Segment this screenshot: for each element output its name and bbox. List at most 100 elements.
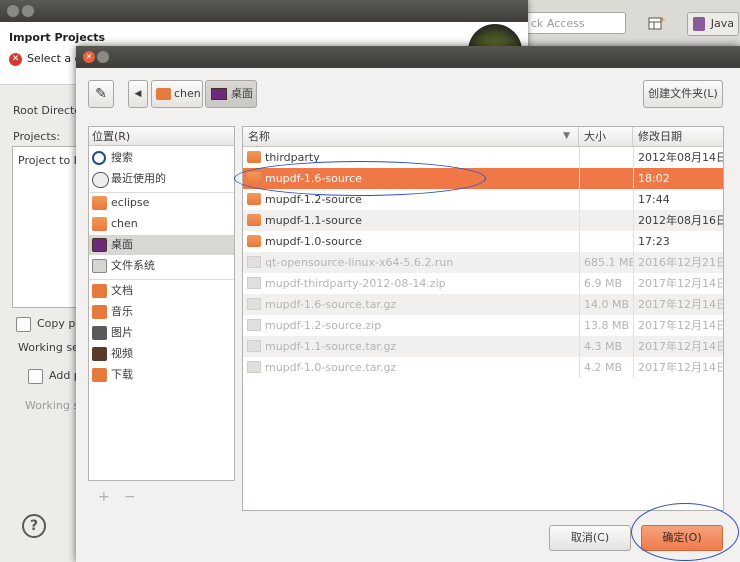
file-row[interactable]: mupdf-1.1-source.tar.gz 4.3 MB 2017年12月14日 [243, 336, 723, 357]
file-modified-cell: 2017年12月14日 [633, 273, 723, 294]
java-perspective-button[interactable]: Java [687, 12, 739, 36]
file-row[interactable]: mupdf-1.1-source 2012年08月16日 [243, 210, 723, 231]
place-documents[interactable]: 文档 [89, 281, 234, 301]
file-size-cell [579, 168, 633, 189]
column-name-label: 名称 [248, 130, 270, 143]
file-name-cell: mupdf-1.1-source [243, 210, 579, 231]
file-row[interactable]: mupdf-1.6-source.tar.gz 14.0 MB 2017年12月14… [243, 294, 723, 315]
recent-icon [92, 172, 109, 188]
column-name-header[interactable]: 名称 ▼ [243, 127, 579, 146]
file-name-cell: mupdf-thirdparty-2012-08-14.zip [243, 273, 579, 294]
working-sets-group-label: Working set [18, 341, 84, 354]
file-size-cell: 4.3 MB [579, 336, 633, 357]
file-modified-cell: 2017年12月14日 [633, 336, 723, 357]
file-list-header: 名称 ▼ 大小 修改日期 [243, 127, 723, 147]
java-perspective-icon [693, 17, 705, 31]
quick-access-input[interactable]: ck Access [526, 12, 626, 34]
file-modified-cell: 2016年12月21日 [633, 252, 723, 273]
help-icon[interactable]: ? [22, 514, 46, 538]
place-label: 图片 [111, 326, 133, 339]
file-row[interactable]: mupdf-thirdparty-2012-08-14.zip 6.9 MB 201… [243, 273, 723, 294]
minimize-icon[interactable] [22, 5, 34, 17]
folder-icon [247, 235, 261, 247]
open-perspective-icon[interactable]: + [646, 14, 668, 36]
add-bookmark-button[interactable]: + [98, 489, 110, 505]
file-modified-cell: 17:23 [633, 231, 723, 252]
chevron-left-icon: ◀ [134, 89, 142, 99]
place-filesystem[interactable]: 文件系统 [89, 256, 234, 276]
desktop-icon [211, 88, 227, 100]
file-size-cell [579, 189, 633, 210]
add-to-working-set-checkbox[interactable] [28, 369, 43, 384]
videos-icon [92, 347, 107, 361]
file-modified-cell: 2012年08月16日 [633, 210, 723, 231]
place-chen[interactable]: chen [89, 214, 234, 234]
place-label: 桌面 [111, 238, 133, 251]
file-size-cell: 6.9 MB [579, 273, 633, 294]
close-icon[interactable] [7, 5, 19, 17]
path-back-button[interactable]: ◀ [128, 80, 148, 108]
place-label: 文件系统 [111, 259, 155, 272]
projects-list[interactable] [12, 146, 84, 308]
file-row[interactable]: mupdf-1.0-source.tar.gz 4.2 MB 2017年12月14日 [243, 357, 723, 378]
place-pictures[interactable]: 图片 [89, 323, 234, 343]
places-sidebar: 位置(R) 搜索 最近使用的 eclipse chen 桌面 文件系统 文档 音… [88, 126, 235, 481]
place-label: 最近使用的 [111, 172, 166, 185]
place-recent[interactable]: 最近使用的 [89, 169, 234, 189]
place-videos[interactable]: 视频 [89, 344, 234, 364]
file-name-cell: mupdf-1.2-source.zip [243, 315, 579, 336]
breadcrumb-desktop[interactable]: 桌面 [205, 80, 257, 108]
create-folder-button[interactable]: 创建文件夹(L) [643, 80, 723, 108]
file-name: qt-opensource-linux-x64-5.6.2.run [265, 256, 454, 269]
desktop-icon [92, 238, 107, 252]
file-row[interactable]: qt-opensource-linux-x64-5.6.2.run 685.1 M… [243, 252, 723, 273]
place-desktop[interactable]: 桌面 [89, 235, 234, 255]
file-name-cell: mupdf-1.0-source [243, 231, 579, 252]
place-label: 视频 [111, 347, 133, 360]
annotation-ellipse-selected-folder [234, 161, 486, 196]
sort-descending-icon: ▼ [563, 131, 570, 141]
breadcrumb-chen[interactable]: chen [151, 80, 203, 108]
column-modified-header[interactable]: 修改日期 [633, 127, 723, 146]
minimize-icon[interactable] [97, 51, 109, 63]
file-name: mupdf-1.1-source [265, 214, 362, 227]
breadcrumb-label: 桌面 [231, 87, 253, 100]
type-location-button[interactable]: ✎ [88, 80, 114, 108]
file-modified-cell: 17:44 [633, 189, 723, 210]
file-size-cell [579, 147, 633, 168]
file-chooser-titlebar: ✕ [76, 46, 740, 68]
close-icon[interactable]: ✕ [83, 51, 95, 63]
place-downloads[interactable]: 下载 [89, 365, 234, 385]
file-modified-cell: 2017年12月14日 [633, 294, 723, 315]
place-search[interactable]: 搜索 [89, 148, 234, 168]
downloads-icon [92, 368, 107, 382]
place-eclipse[interactable]: eclipse [89, 193, 234, 213]
file-name: mupdf-1.0-source [265, 235, 362, 248]
folder-icon [247, 151, 261, 163]
file-row[interactable]: mupdf-1.0-source 17:23 [243, 231, 723, 252]
column-size-header[interactable]: 大小 [579, 127, 633, 146]
file-icon [247, 319, 261, 331]
remove-bookmark-button[interactable]: − [124, 489, 136, 505]
file-icon [247, 298, 261, 310]
file-name: mupdf-thirdparty-2012-08-14.zip [265, 277, 446, 290]
places-header[interactable]: 位置(R) [89, 127, 234, 146]
place-label: chen [111, 217, 138, 230]
file-modified-cell: 2017年12月14日 [633, 357, 723, 378]
copy-projects-checkbox[interactable] [16, 317, 31, 332]
folder-icon [247, 193, 261, 205]
file-name-cell: mupdf-1.6-source.tar.gz [243, 294, 579, 315]
place-label: 下载 [111, 368, 133, 381]
file-modified-cell: 18:02 [633, 168, 723, 189]
place-music[interactable]: 音乐 [89, 302, 234, 322]
file-row[interactable]: mupdf-1.2-source.zip 13.8 MB 2017年12月14日 [243, 315, 723, 336]
place-label: eclipse [111, 196, 150, 209]
cancel-button[interactable]: 取消(C) [549, 525, 631, 551]
place-label: 音乐 [111, 305, 133, 318]
file-size-cell: 685.1 MB [579, 252, 633, 273]
error-icon: ✕ [9, 53, 22, 66]
place-label: 搜索 [111, 151, 133, 164]
file-icon [247, 256, 261, 268]
annotation-ellipse-ok-button [631, 503, 739, 561]
file-name: mupdf-1.0-source.tar.gz [265, 361, 397, 374]
